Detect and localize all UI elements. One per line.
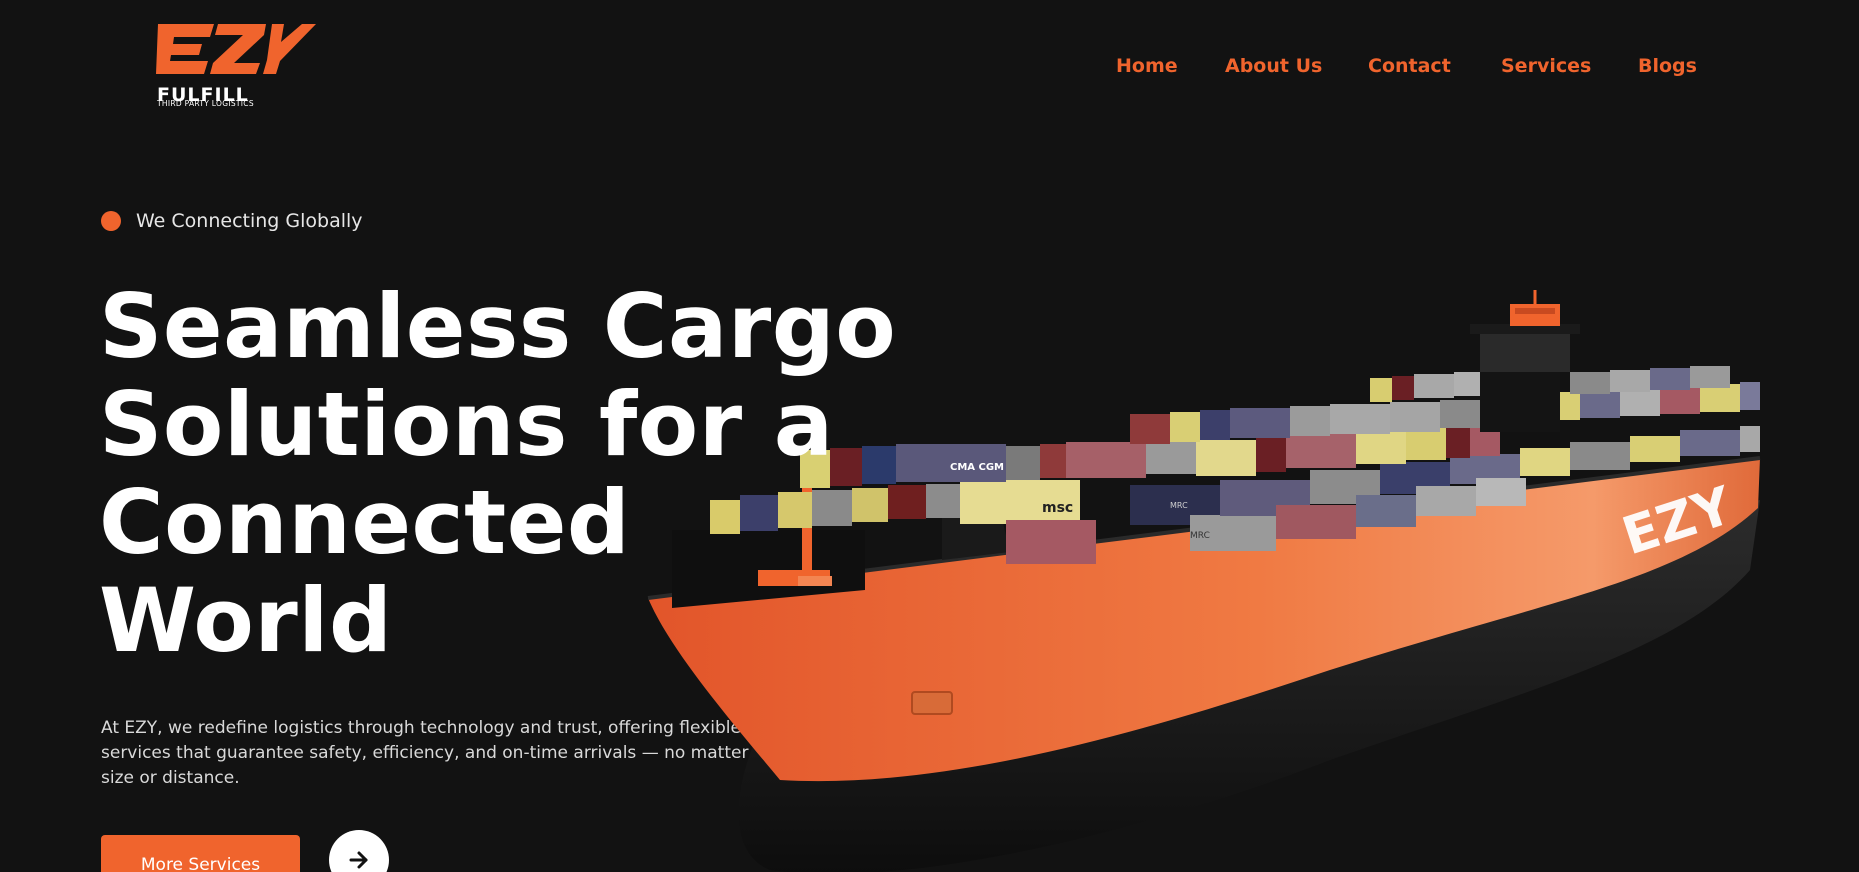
hero-title-line: Seamless Cargo	[99, 275, 897, 378]
hero-tagline: We Connecting Globally	[101, 208, 363, 234]
svg-text:msc: msc	[1042, 500, 1073, 516]
hero-title-line: Connected	[99, 471, 631, 574]
tagline-text: We Connecting Globally	[136, 210, 363, 232]
svg-text:MRC: MRC	[1170, 501, 1188, 510]
dot-icon	[101, 211, 121, 231]
arrow-right-icon	[349, 851, 368, 869]
nav-blogs[interactable]: Blogs	[1638, 54, 1697, 78]
hero-title: Seamless Cargo Solutions for a Connected…	[99, 278, 959, 670]
arrow-button[interactable]	[329, 830, 389, 872]
nav-home[interactable]: Home	[1116, 54, 1178, 78]
svg-text:MRC: MRC	[1190, 531, 1210, 541]
more-services-button[interactable]: More Services	[101, 835, 300, 872]
logo-subtitle: THIRD PARTY LOGISTICS	[157, 99, 254, 108]
hero-title-line: World	[99, 569, 393, 672]
page: FULFILL THIRD PARTY LOGISTICS Home About…	[0, 0, 1859, 872]
nav-services[interactable]: Services	[1501, 54, 1591, 78]
nav-about-us[interactable]: About Us	[1225, 54, 1322, 78]
nav-contact[interactable]: Contact	[1368, 54, 1451, 78]
logo-mark-icon	[156, 24, 316, 74]
hero-title-line: Solutions for a	[99, 373, 834, 476]
logo[interactable]: FULFILL THIRD PARTY LOGISTICS	[156, 20, 316, 112]
